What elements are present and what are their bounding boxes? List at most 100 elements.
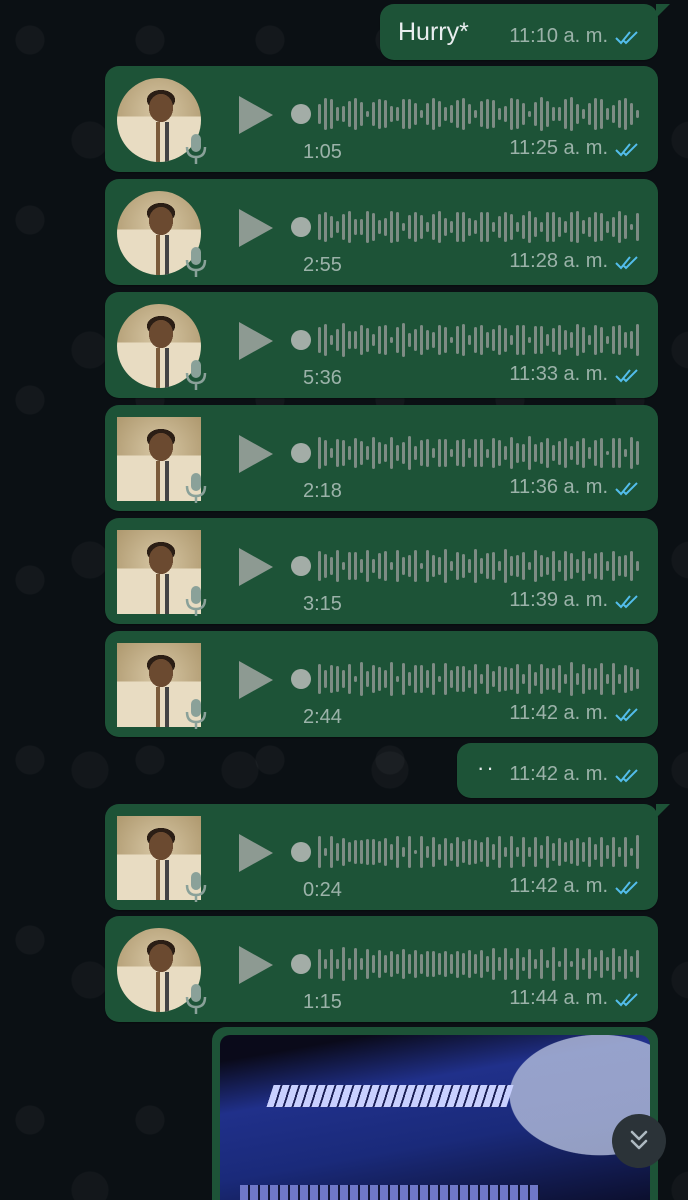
- voice-waveform[interactable]: [291, 320, 639, 360]
- play-icon[interactable]: [239, 834, 273, 872]
- waveform-bar: [390, 105, 393, 123]
- play-icon[interactable]: [239, 946, 273, 984]
- waveform-bar: [576, 559, 579, 573]
- playback-position-knob[interactable]: [291, 443, 311, 463]
- playback-position-knob[interactable]: [291, 842, 311, 862]
- photo-thumbnail[interactable]: [220, 1035, 650, 1200]
- waveform-bar: [510, 334, 513, 346]
- waveform-bar: [438, 210, 441, 244]
- scroll-down-button[interactable]: [612, 1114, 666, 1168]
- waveform-bar: [594, 552, 597, 580]
- play-icon[interactable]: [239, 661, 273, 699]
- voice-message[interactable]: 2:18 11:36 a. m.: [105, 405, 658, 511]
- text-message[interactable]: Hurry* 11:10 a. m.: [380, 4, 670, 60]
- waveform-bar: [468, 950, 471, 978]
- image-message[interactable]: [212, 1027, 658, 1200]
- playback-position-knob[interactable]: [291, 330, 311, 350]
- waveform-bar: [486, 663, 489, 695]
- voice-waveform[interactable]: [291, 207, 639, 247]
- play-icon[interactable]: [239, 435, 273, 473]
- waveform-bar: [402, 846, 405, 858]
- waveform-bar: [480, 558, 483, 574]
- waveform-bar: [396, 212, 399, 242]
- waveform-bar: [360, 559, 363, 573]
- playback-position-knob[interactable]: [291, 556, 311, 576]
- waveform-bar: [336, 220, 339, 234]
- play-icon[interactable]: [239, 209, 273, 247]
- waveform-bar: [438, 101, 441, 127]
- waveform-bar: [546, 836, 549, 868]
- waveform-bar: [540, 97, 543, 131]
- keyboard-image-detail: [240, 1185, 540, 1200]
- play-icon[interactable]: [239, 322, 273, 360]
- waveform-bar: [552, 947, 555, 981]
- playback-position-knob[interactable]: [291, 954, 311, 974]
- waveform-bar: [474, 954, 477, 974]
- playback-position-knob[interactable]: [291, 669, 311, 689]
- waveform-bar: [438, 844, 441, 860]
- waveform-bar: [612, 662, 615, 696]
- waveform-bar: [360, 441, 363, 465]
- play-icon[interactable]: [239, 548, 273, 586]
- waveform-bar: [570, 97, 573, 131]
- voice-waveform[interactable]: [291, 659, 639, 699]
- waveform-bar: [600, 663, 603, 695]
- waveform-bar: [354, 551, 357, 581]
- voice-message[interactable]: 2:55 11:28 a. m.: [105, 179, 658, 285]
- waveform-bar: [630, 223, 633, 231]
- waveform-bar: [318, 550, 321, 582]
- message-meta: 11:44 a. m.: [509, 987, 642, 1010]
- voice-message[interactable]: 0:24 11:42 a. m.: [105, 804, 670, 910]
- waveform-bar: [438, 438, 441, 468]
- waveform-bar: [564, 551, 567, 581]
- waveform-bar: [372, 955, 375, 973]
- waveform-bar: [576, 441, 579, 465]
- waveform-bar: [612, 438, 615, 468]
- waveform-bar: [378, 667, 381, 691]
- voice-message[interactable]: 3:15 11:39 a. m.: [105, 518, 658, 624]
- waveform-bar: [456, 837, 459, 867]
- waveform-bar: [528, 948, 531, 980]
- waveform-bar: [456, 211, 459, 243]
- voice-waveform[interactable]: [291, 94, 639, 134]
- waveform-bar: [456, 551, 459, 581]
- message-time: 11:42 a. m.: [509, 702, 608, 724]
- waveform-bar: [348, 331, 351, 349]
- waveform-bar: [390, 950, 393, 978]
- waveform-bar: [366, 671, 369, 687]
- waveform-bar: [510, 436, 513, 470]
- voice-waveform[interactable]: [291, 546, 639, 586]
- voice-message[interactable]: 1:05 11:25 a. m.: [105, 66, 658, 172]
- voice-message[interactable]: 2:44 11:42 a. m.: [105, 631, 658, 737]
- waveform-bar: [396, 106, 399, 122]
- waveform-bar: [486, 98, 489, 130]
- play-icon[interactable]: [239, 96, 273, 134]
- waveform-bar: [558, 961, 561, 967]
- playback-position-knob[interactable]: [291, 217, 311, 237]
- waveform-bar: [564, 330, 567, 350]
- voice-waveform[interactable]: [291, 944, 639, 984]
- playback-position-knob[interactable]: [291, 104, 311, 124]
- waveform-bar: [540, 442, 543, 464]
- waveform-bar: [636, 561, 639, 571]
- voice-duration: 2:44: [303, 706, 342, 728]
- waveform-bar: [624, 215, 627, 239]
- waveform-bar: [606, 108, 609, 120]
- waveform-bar: [330, 447, 333, 459]
- waveform-bar: [414, 665, 417, 693]
- keyboard-image-detail: [266, 1085, 514, 1107]
- double-check-icon: [615, 142, 638, 156]
- waveform-bar: [342, 213, 345, 241]
- microphone-icon: [185, 360, 207, 390]
- voice-waveform[interactable]: [291, 832, 639, 872]
- message-time: 11:10 a. m.: [509, 25, 608, 47]
- waveform-bar: [510, 958, 513, 970]
- voice-message[interactable]: 5:36 11:33 a. m.: [105, 292, 658, 398]
- waveform-bar: [480, 325, 483, 355]
- text-message[interactable]: ·· 11:42 a. m.: [457, 743, 658, 798]
- waveform-bar: [330, 334, 333, 346]
- voice-waveform[interactable]: [291, 433, 639, 473]
- waveform-bar: [504, 948, 507, 980]
- waveform-bar: [618, 956, 621, 972]
- voice-message[interactable]: 1:15 11:44 a. m.: [105, 916, 658, 1022]
